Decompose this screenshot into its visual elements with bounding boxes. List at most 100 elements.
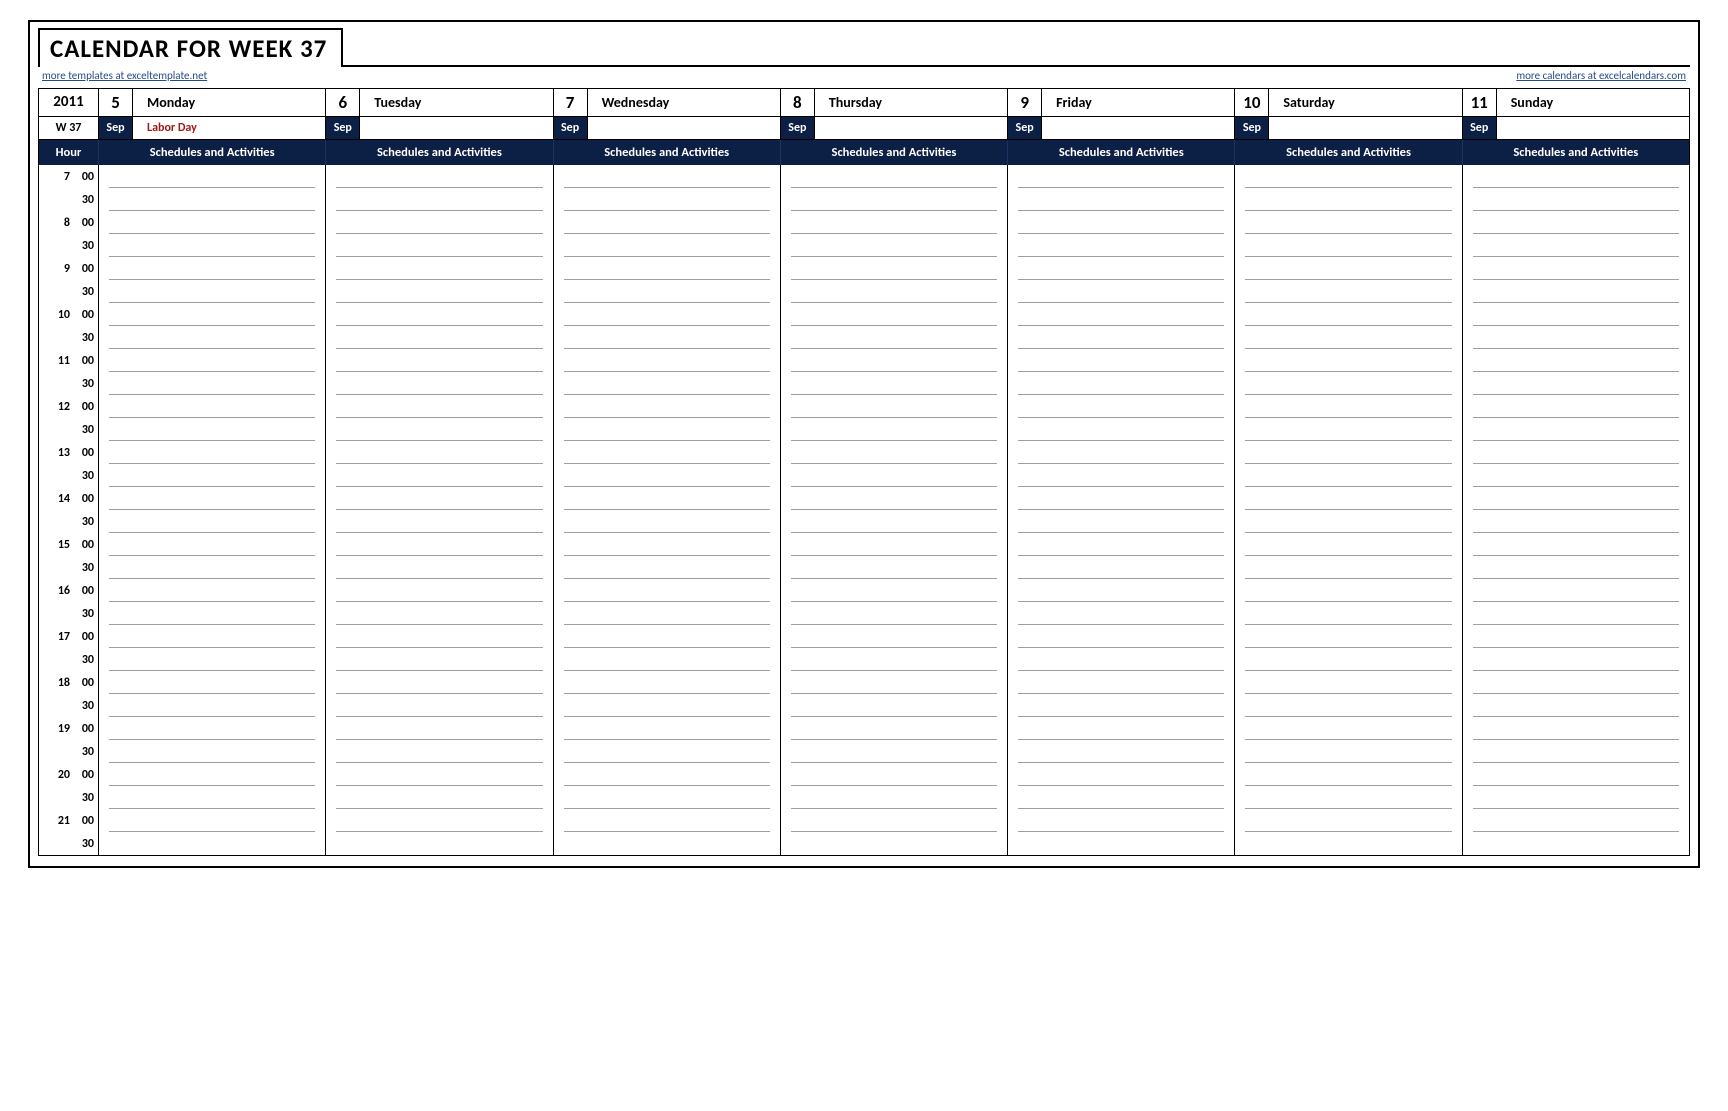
time-slot[interactable] [109,671,315,694]
time-slot[interactable] [1245,280,1451,303]
time-slot[interactable] [791,786,997,809]
time-slot[interactable] [1473,211,1679,234]
time-slot[interactable] [1245,579,1451,602]
time-slot[interactable] [791,625,997,648]
time-slot[interactable] [1018,349,1224,372]
time-slot[interactable] [1473,832,1679,855]
time-slot[interactable] [564,395,770,418]
time-slot[interactable] [109,326,315,349]
time-slot[interactable] [564,786,770,809]
time-slot[interactable] [791,556,997,579]
time-slot[interactable] [336,579,542,602]
time-slot[interactable] [791,257,997,280]
time-slot[interactable] [1473,602,1679,625]
time-slot[interactable] [1473,648,1679,671]
time-slot[interactable] [1473,487,1679,510]
time-slot[interactable] [1018,188,1224,211]
time-slot[interactable] [109,165,315,188]
time-slot[interactable] [336,602,542,625]
time-slot[interactable] [1245,648,1451,671]
time-slot[interactable] [1473,280,1679,303]
link-calendars[interactable]: more calendars at excelcalendars.com [1516,69,1686,82]
time-slot[interactable] [336,717,542,740]
time-slot[interactable] [1473,671,1679,694]
time-slot[interactable] [564,257,770,280]
time-slot[interactable] [564,671,770,694]
time-slot[interactable] [109,832,315,855]
time-slot[interactable] [1473,809,1679,832]
time-slot[interactable] [564,418,770,441]
time-slot[interactable] [1473,418,1679,441]
time-slot[interactable] [109,349,315,372]
time-slot[interactable] [564,303,770,326]
time-slot[interactable] [1018,533,1224,556]
time-slot[interactable] [1473,579,1679,602]
time-slot[interactable] [1245,303,1451,326]
time-slot[interactable] [1245,234,1451,257]
time-slot[interactable] [336,326,542,349]
time-slot[interactable] [791,188,997,211]
time-slot[interactable] [791,602,997,625]
time-slot[interactable] [109,533,315,556]
time-slot[interactable] [109,257,315,280]
time-slot[interactable] [1473,257,1679,280]
time-slot[interactable] [791,487,997,510]
time-slot[interactable] [1018,832,1224,855]
time-slot[interactable] [791,165,997,188]
time-slot[interactable] [1473,694,1679,717]
time-slot[interactable] [1473,786,1679,809]
time-slot[interactable] [791,372,997,395]
time-slot[interactable] [109,418,315,441]
time-slot[interactable] [1245,188,1451,211]
time-slot[interactable] [336,809,542,832]
time-slot[interactable] [1018,234,1224,257]
time-slot[interactable] [1018,786,1224,809]
time-slot[interactable] [1018,625,1224,648]
time-slot[interactable] [1245,418,1451,441]
time-slot[interactable] [109,280,315,303]
time-slot[interactable] [336,395,542,418]
time-slot[interactable] [1018,809,1224,832]
time-slot[interactable] [1245,372,1451,395]
time-slot[interactable] [1245,602,1451,625]
time-slot[interactable] [1018,326,1224,349]
time-slot[interactable] [564,648,770,671]
time-slot[interactable] [1018,418,1224,441]
time-slot[interactable] [564,165,770,188]
time-slot[interactable] [109,464,315,487]
time-slot[interactable] [109,740,315,763]
time-slot[interactable] [1473,349,1679,372]
time-slot[interactable] [791,464,997,487]
time-slot[interactable] [564,349,770,372]
time-slot[interactable] [791,579,997,602]
time-slot[interactable] [791,303,997,326]
time-slot[interactable] [791,694,997,717]
time-slot[interactable] [1473,556,1679,579]
time-slot[interactable] [336,349,542,372]
time-slot[interactable] [564,740,770,763]
time-slot[interactable] [1245,809,1451,832]
time-slot[interactable] [1018,372,1224,395]
time-slot[interactable] [1245,717,1451,740]
time-slot[interactable] [564,832,770,855]
time-slot[interactable] [1245,487,1451,510]
time-slot[interactable] [791,809,997,832]
time-slot[interactable] [1245,257,1451,280]
time-slot[interactable] [336,234,542,257]
time-slot[interactable] [564,510,770,533]
time-slot[interactable] [1473,303,1679,326]
time-slot[interactable] [1018,257,1224,280]
time-slot[interactable] [1245,832,1451,855]
time-slot[interactable] [336,740,542,763]
time-slot[interactable] [336,763,542,786]
time-slot[interactable] [564,487,770,510]
time-slot[interactable] [336,786,542,809]
time-slot[interactable] [1245,740,1451,763]
time-slot[interactable] [336,464,542,487]
time-slot[interactable] [336,441,542,464]
time-slot[interactable] [791,326,997,349]
time-slot[interactable] [336,280,542,303]
time-slot[interactable] [1473,234,1679,257]
time-slot[interactable] [336,832,542,855]
time-slot[interactable] [109,372,315,395]
